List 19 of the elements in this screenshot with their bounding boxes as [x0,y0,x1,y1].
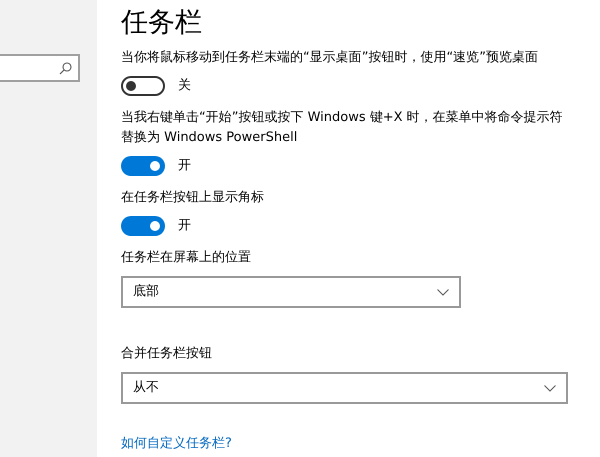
setting-label: 合并任务栏按钮 [121,345,213,363]
page-title: 任务栏 [121,6,203,40]
dropdown[interactable]: 从不 [121,372,568,404]
help-link[interactable]: 如何自定义任务栏? [121,434,232,454]
toggle-switch[interactable] [121,216,165,236]
dropdown[interactable]: 底部 [121,276,461,308]
toggle-switch[interactable] [121,156,165,176]
setting-description: 在任务栏按钮上显示角标 [121,189,265,207]
toggle-state-label: 开 [178,217,191,236]
chevron-down-icon [437,288,449,296]
setting-description: 当我右键单击“开始”按钮或按下 Windows 键+X 时，在菜单中将命令提示符替换为 Windows PowerShell [121,109,564,147]
toggle-switch[interactable] [121,76,165,96]
chevron-down-icon [544,384,556,392]
toggle-state-label: 关 [178,77,191,96]
search-icon [59,62,72,74]
setting-description: 当你将鼠标移动到任务栏末端的“显示桌面”按钮时，使用“速览”预览桌面 [121,49,539,67]
toggle-state-label: 开 [178,157,191,176]
setting-label: 任务栏在屏幕上的位置 [121,249,252,267]
search-field[interactable] [0,54,80,82]
